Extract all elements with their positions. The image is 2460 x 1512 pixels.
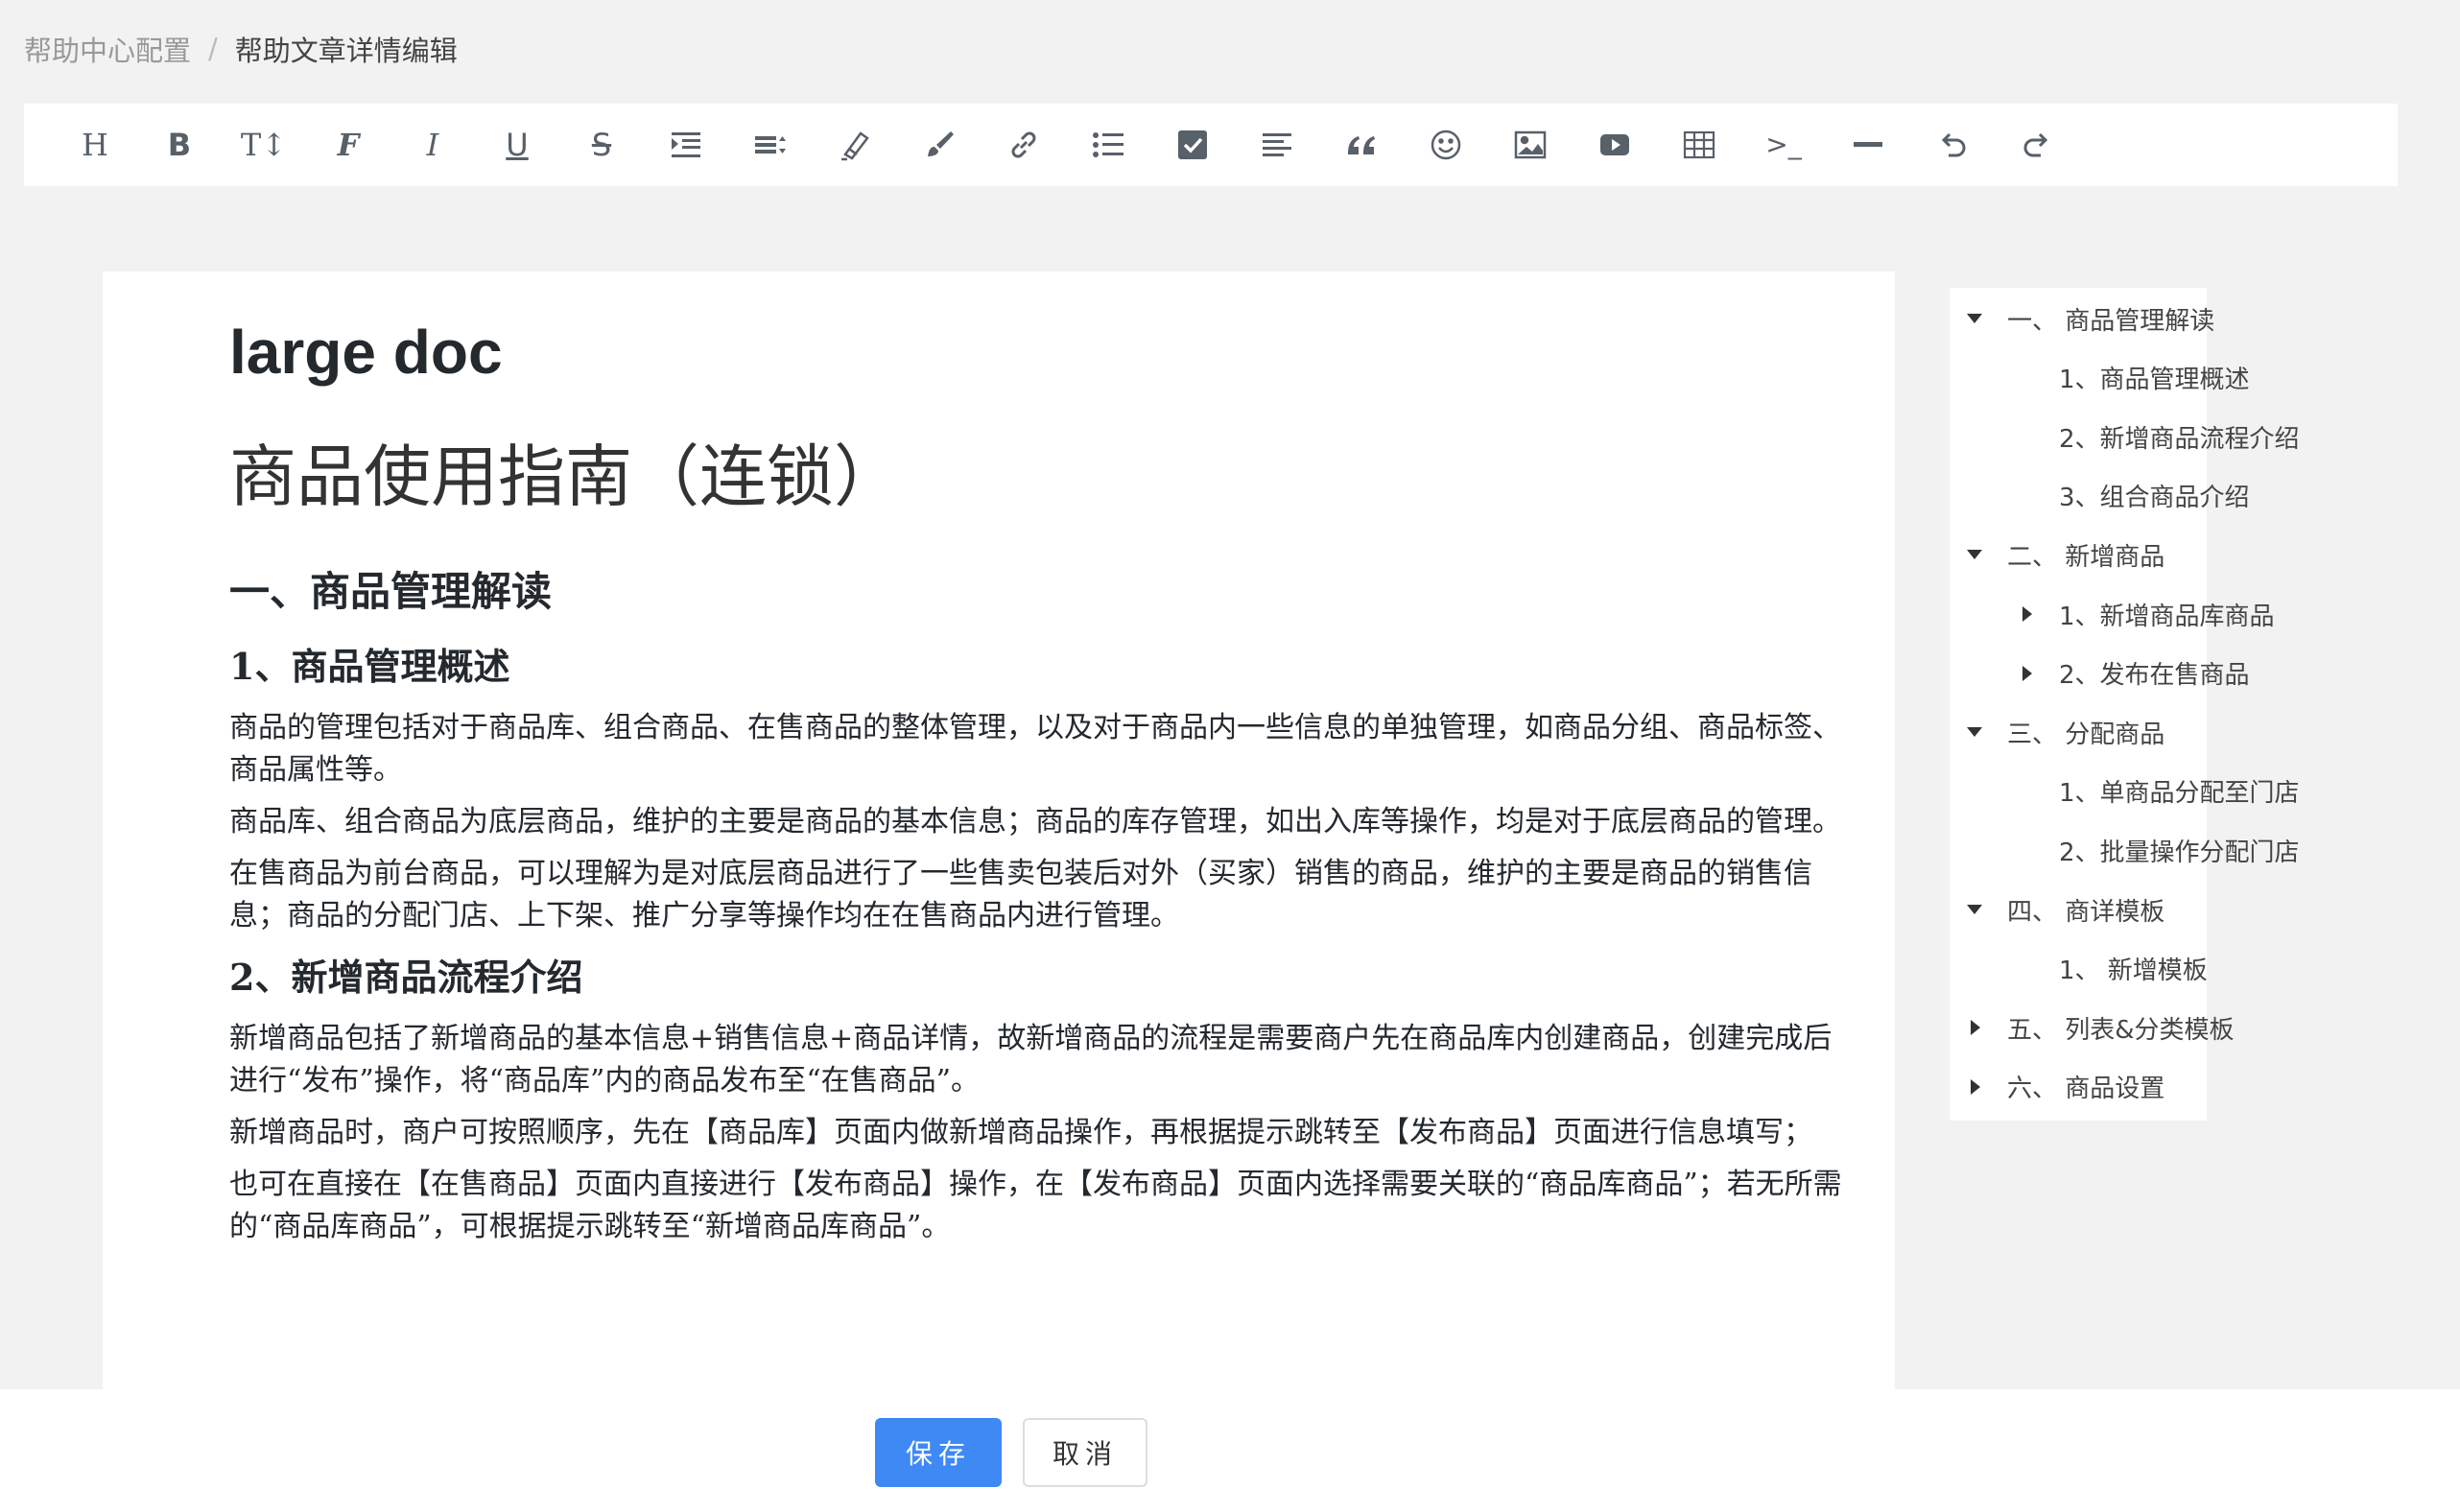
editor-content[interactable]: large doc 商品使用指南（连锁） 一、商品管理解读 1、商品管理概述 商… xyxy=(229,318,1860,1258)
caret-down-icon[interactable] xyxy=(1967,905,1982,914)
outline-item-label: 1、新增商品库商品 xyxy=(2059,602,2275,631)
font-icon[interactable]: F xyxy=(306,104,390,186)
save-button[interactable]: 保存 xyxy=(875,1418,1002,1487)
outline-item[interactable]: 2、批量操作分配门店 xyxy=(2059,831,2300,869)
caret-right-icon[interactable] xyxy=(2022,665,2032,681)
paragraph: 在售商品为前台商品，可以理解为是对底层商品进行了一些售卖包装后对外（买家）销售的… xyxy=(229,857,1812,933)
breadcrumb-parent[interactable]: 帮助中心配置 xyxy=(24,29,191,69)
paragraph: 商品的管理包括对于商品库、组合商品、在售商品的整体管理，以及对于商品内一些信息的… xyxy=(229,711,1841,787)
font-size-icon[interactable]: T↕ xyxy=(222,104,306,186)
document-title: large doc xyxy=(229,318,503,387)
outline-item[interactable]: 三、 分配商品 xyxy=(1967,713,2165,751)
outline-item[interactable]: 1、 新增模板 xyxy=(2059,950,2208,988)
table-icon[interactable] xyxy=(1657,104,1741,186)
outline-item-label: 1、单商品分配至门店 xyxy=(2059,779,2300,809)
line-height-icon[interactable] xyxy=(728,104,813,186)
outline-panel: 一、 商品管理解读 1、商品管理概述 2、新增商品流程介绍 3、组合商品介绍二、 新增… xyxy=(1950,288,2300,1121)
caret-down-icon[interactable] xyxy=(1967,550,1982,560)
outline-item-label: 四、 商详模板 xyxy=(2007,897,2165,927)
outline-item[interactable]: 五、 列表&分类模板 xyxy=(1971,1008,2235,1047)
editor-page[interactable]: large doc 商品使用指南（连锁） 一、商品管理解读 1、商品管理概述 商… xyxy=(103,272,1895,1394)
breadcrumb-current: 帮助文章详情编辑 xyxy=(234,35,458,67)
outline-item-label: 二、 新增商品 xyxy=(2007,542,2165,572)
undo-icon[interactable] xyxy=(1910,104,1995,186)
outline-item[interactable]: 四、 商详模板 xyxy=(1967,890,2165,929)
paragraph: 新增商品时，商户可按照顺序，先在【商品库】页面内做新增商品操作，再根据提示跳转至… xyxy=(229,1116,1812,1149)
caret-right-icon[interactable] xyxy=(1971,1078,1980,1095)
subsection-heading: 2、新增商品流程介绍 xyxy=(229,956,583,999)
image-icon[interactable] xyxy=(1488,104,1573,186)
cancel-button[interactable]: 取消 xyxy=(1023,1418,1147,1487)
outline-item[interactable]: 六、 商品设置 xyxy=(1971,1068,2165,1106)
breadcrumb-separator: / xyxy=(208,33,218,65)
code-icon[interactable]: >_ xyxy=(1741,104,1826,186)
outline-item[interactable]: 2、新增商品流程介绍 xyxy=(2059,417,2300,456)
bold-icon[interactable]: B xyxy=(137,104,222,186)
outline-item-label: 2、批量操作分配门店 xyxy=(2059,838,2300,867)
italic-icon[interactable]: I xyxy=(390,104,475,186)
breadcrumb: 帮助中心配置 / 帮助文章详情编辑 xyxy=(24,29,458,69)
heading-1: 商品使用指南（连锁） xyxy=(229,437,901,516)
caret-down-icon[interactable] xyxy=(1967,314,1982,323)
video-icon[interactable] xyxy=(1573,104,1657,186)
emoji-icon[interactable] xyxy=(1404,104,1488,186)
quote-icon[interactable] xyxy=(1319,104,1404,186)
section-heading: 一、商品管理解读 xyxy=(229,568,553,615)
redo-icon[interactable] xyxy=(1995,104,2079,186)
paragraph: 新增商品包括了新增商品的基本信息+销售信息+商品详情，故新增商品的流程是需要商户… xyxy=(229,1022,1833,1098)
outline-item[interactable]: 1、商品管理概述 xyxy=(2059,359,2250,397)
highlight-icon[interactable] xyxy=(813,104,897,186)
horizontal-rule-icon[interactable] xyxy=(1826,104,1910,186)
outline-item-label: 1、商品管理概述 xyxy=(2059,366,2250,395)
editor-toolbar: H B T↕ F I U S >_ xyxy=(24,104,2398,186)
caret-right-icon[interactable] xyxy=(1971,1020,1980,1036)
outline-item-label: 三、 分配商品 xyxy=(2007,720,2165,749)
outline-item-label: 六、 商品设置 xyxy=(2007,1075,2165,1104)
subsection-heading: 1、商品管理概述 xyxy=(229,645,510,688)
outline-item-label: 3、组合商品介绍 xyxy=(2059,484,2250,513)
outline-item[interactable]: 1、新增商品库商品 xyxy=(2022,595,2275,633)
action-bar: 保存 取消 xyxy=(0,1389,2460,1512)
paragraph: 也可在直接在【在售商品】页面内直接进行【发布商品】操作，在【发布商品】页面内选择… xyxy=(229,1168,1842,1243)
outline-item-label: 2、新增商品流程介绍 xyxy=(2059,424,2300,454)
brush-icon[interactable] xyxy=(897,104,982,186)
outline-item-label: 一、 商品管理解读 xyxy=(2007,306,2215,336)
strikethrough-icon[interactable]: S xyxy=(559,104,644,186)
checkbox-icon[interactable] xyxy=(1150,104,1235,186)
indent-icon[interactable] xyxy=(644,104,728,186)
outline-item[interactable]: 1、单商品分配至门店 xyxy=(2059,772,2300,811)
align-icon[interactable] xyxy=(1235,104,1319,186)
link-icon[interactable] xyxy=(982,104,1066,186)
outline-item[interactable]: 3、组合商品介绍 xyxy=(2059,477,2250,515)
outline-item[interactable]: 二、 新增商品 xyxy=(1967,535,2165,574)
bullet-list-icon[interactable] xyxy=(1066,104,1150,186)
outline-item-label: 1、 新增模板 xyxy=(2059,957,2208,986)
underline-icon[interactable]: U xyxy=(475,104,559,186)
outline-item-label: 五、 列表&分类模板 xyxy=(2007,1015,2235,1045)
outline-item[interactable]: 2、发布在售商品 xyxy=(2022,654,2250,693)
outline-item[interactable]: 一、 商品管理解读 xyxy=(1967,299,2215,338)
heading-icon[interactable]: H xyxy=(53,104,137,186)
caret-right-icon[interactable] xyxy=(2022,606,2032,622)
outline-item-label: 2、发布在售商品 xyxy=(2059,661,2250,691)
paragraph: 商品库、组合商品为底层商品，维护的主要是商品的基本信息；商品的库存管理，如出入库… xyxy=(229,805,1841,839)
caret-down-icon[interactable] xyxy=(1967,727,1982,738)
